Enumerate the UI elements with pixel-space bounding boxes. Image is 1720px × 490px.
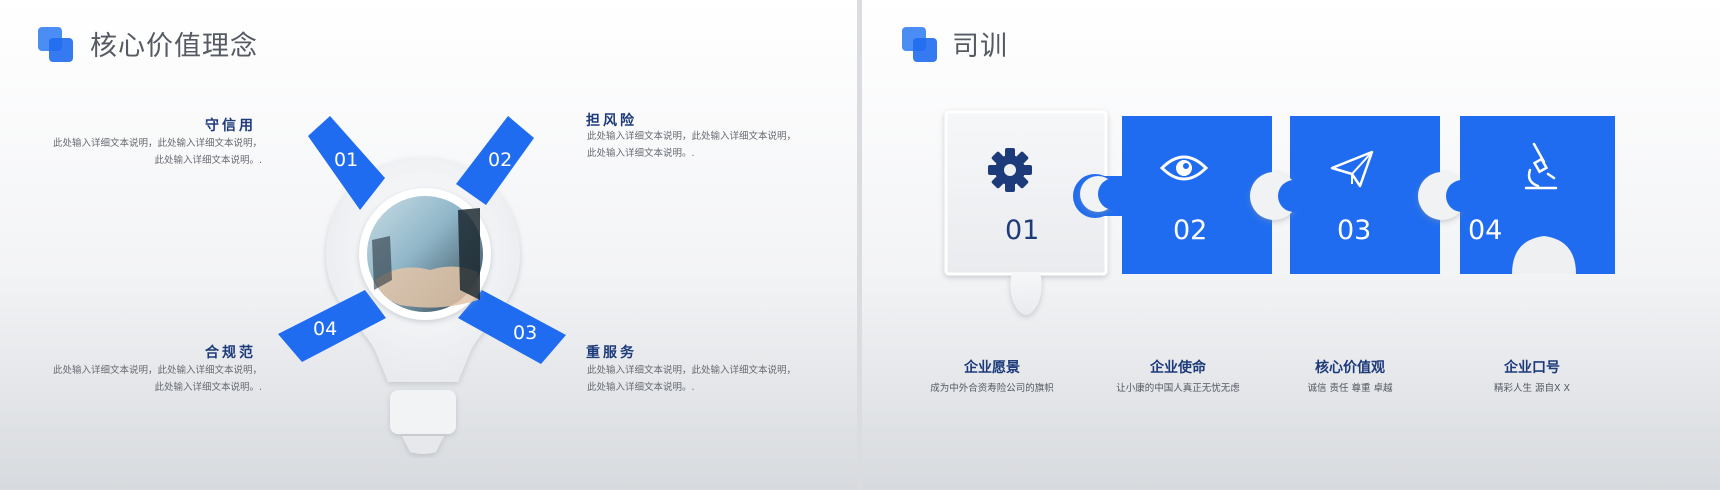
item-02-desc: 此处输入详细文本说明，此处输入详细文本说明， 此处输入详细文本说明。. [587, 131, 797, 159]
slogan-desc: 精彩人生 源自X X [1493, 383, 1571, 394]
mission-title: 企业使命 [1150, 360, 1206, 376]
piece-03-number: 03 [1337, 215, 1372, 246]
band-02-label: 02 [488, 149, 513, 171]
item-04-desc: 此处输入详细文本说明，此处输入详细文本说明， 此处输入详细文本说明。. [52, 365, 262, 393]
slide-core-values: 核心价值理念 01 02 03 04 守信用 此处输入详细文本说明，此处输入详细… [0, 0, 857, 490]
core-values-desc: 诚信 责任 尊重 卓越 [1307, 383, 1393, 394]
item-01-desc: 此处输入详细文本说明，此处输入详细文本说明， 此处输入详细文本说明。. [52, 138, 262, 166]
puzzle-diagram [944, 110, 1615, 315]
item-04-title: 合规范 [205, 345, 256, 361]
vision-title: 企业愿景 [964, 360, 1020, 376]
core-values-title: 核心价值观 [1315, 360, 1385, 376]
item-01-title: 守信用 [205, 118, 256, 134]
slogan-title: 企业口号 [1504, 360, 1560, 376]
slide-company-motto: 司训 01 02 03 04 企业愿景 成为中外合资寿险公司的旗帜 企业使命 让… [862, 0, 1720, 490]
puzzle-piece-03 [1290, 116, 1440, 274]
piece-01-number: 01 [1005, 215, 1040, 246]
band-01-label: 01 [334, 149, 359, 171]
bulb-base [390, 390, 456, 434]
lightbulb-diagram [278, 116, 566, 454]
piece-04-number: 04 [1468, 215, 1503, 246]
item-02-title: 担风险 [586, 113, 637, 129]
vision-desc: 成为中外合资寿险公司的旗帜 [930, 383, 1054, 394]
piece-02-number: 02 [1173, 215, 1208, 246]
mission-desc: 让小康的中国人真正无忧无虑 [1116, 383, 1240, 394]
band-03-label: 03 [513, 322, 538, 344]
gear-icon [988, 148, 1032, 192]
item-03-title: 重服务 [586, 345, 637, 361]
item-03-desc: 此处输入详细文本说明，此处输入详细文本说明， 此处输入详细文本说明。. [587, 365, 797, 393]
band-04-label: 04 [313, 318, 338, 340]
